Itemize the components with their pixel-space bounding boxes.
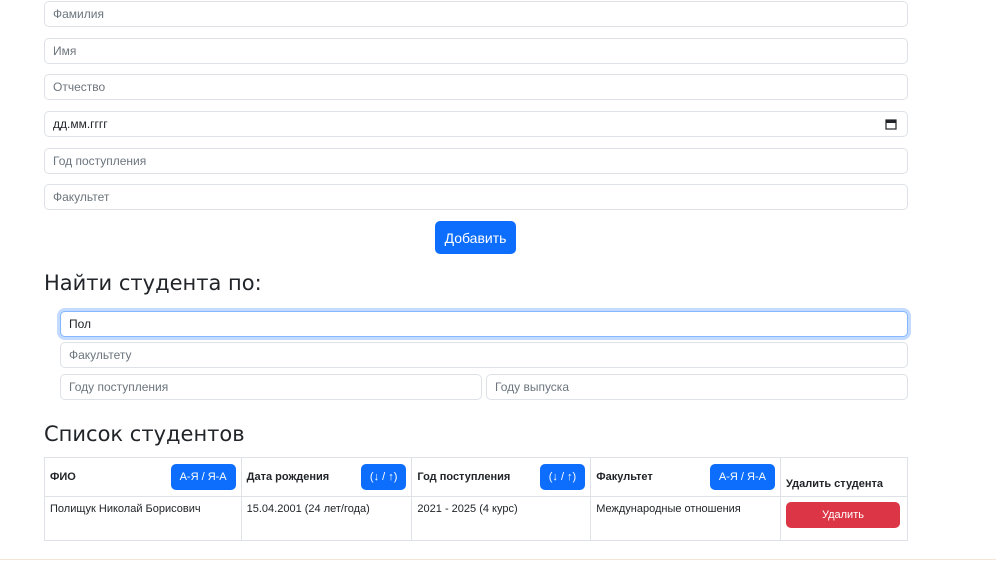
col-enroll-label: Год поступления — [417, 471, 511, 483]
birthdate-input[interactable]: дд.мм.гггг — [44, 111, 908, 137]
faculty-input[interactable] — [44, 184, 908, 210]
add-student-button[interactable]: Добавить — [435, 221, 516, 254]
col-enroll: Год поступления (↓ / ↑) — [411, 457, 592, 497]
col-faculty: Факультет А-Я / Я-А — [590, 457, 781, 497]
search-name-value: Пол — [69, 317, 92, 331]
col-faculty-label: Факультет — [596, 471, 653, 483]
patronymic-input[interactable] — [44, 74, 908, 100]
calendar-icon[interactable] — [885, 118, 897, 130]
sort-fio-button[interactable]: А-Я / Я-А — [170, 464, 236, 490]
search-name-input[interactable]: Пол — [60, 311, 908, 337]
lastname-input[interactable] — [44, 1, 908, 27]
col-delete-label: Удалить студента — [785, 478, 884, 490]
firstname-input[interactable] — [44, 38, 908, 64]
sort-birth-button[interactable]: (↓ / ↑) — [360, 464, 407, 490]
search-heading: Найти студента по: — [44, 271, 262, 295]
col-birth: Дата рождения (↓ / ↑) — [240, 457, 413, 497]
delete-student-button[interactable]: Удалить — [785, 502, 900, 528]
search-grad-year-input[interactable] — [486, 374, 908, 400]
sort-enroll-button[interactable]: (↓ / ↑) — [539, 464, 586, 490]
search-faculty-input[interactable] — [60, 342, 908, 368]
enroll-year-input[interactable] — [44, 148, 908, 174]
col-delete: Удалить студента — [779, 457, 909, 497]
col-fio: ФИО А-Я / Я-А — [44, 457, 242, 497]
search-enroll-year-input[interactable] — [60, 374, 482, 400]
page-divider — [0, 559, 996, 560]
list-heading: Список студентов — [44, 422, 245, 446]
table-header-row: ФИО А-Я / Я-А Дата рождения (↓ / ↑) Год … — [44, 457, 909, 497]
cell-birth: 15.04.2001 (24 лет/года) — [240, 496, 413, 541]
students-table: ФИО А-Я / Я-А Дата рождения (↓ / ↑) Год … — [44, 457, 909, 541]
cell-faculty: Международные отношения — [590, 496, 781, 541]
col-birth-label: Дата рождения — [246, 471, 330, 483]
sort-faculty-button[interactable]: А-Я / Я-А — [709, 464, 775, 490]
col-fio-label: ФИО — [50, 471, 76, 483]
birthdate-text: дд.мм.гггг — [53, 117, 108, 131]
cell-fio: Полищук Николай Борисович — [44, 496, 242, 541]
table-row: Полищук Николай Борисович 15.04.2001 (24… — [44, 496, 909, 541]
cell-enroll: 2021 - 2025 (4 курс) — [411, 496, 592, 541]
cell-delete: Удалить — [779, 496, 909, 541]
